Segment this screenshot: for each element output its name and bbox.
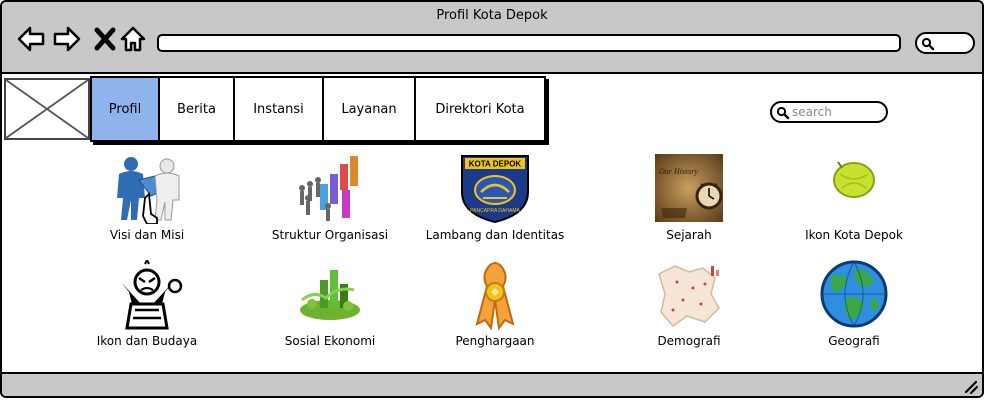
page-content: Profil Berita Instansi Layanan Direktori… — [2, 74, 982, 374]
tab-label: Profil — [108, 101, 142, 117]
economy-chart-icon — [294, 260, 366, 330]
emblem-motto-text: PANCAPRA DAHAMA — [470, 208, 520, 214]
menu-item-sejarah[interactable]: Our History Sejarah — [614, 154, 764, 242]
search-icon — [921, 37, 935, 51]
search-input[interactable] — [792, 104, 882, 120]
window-title: Profil Kota Depok — [436, 8, 548, 23]
menu-item-label: Struktur Organisasi — [271, 228, 389, 242]
image-placeholder-icon — [5, 79, 89, 139]
menu-item-label: Demografi — [657, 334, 721, 348]
tab-label: Layanan — [341, 101, 397, 117]
menu-item-label: Ikon dan Budaya — [96, 334, 198, 348]
home-icon[interactable] — [118, 24, 148, 54]
site-search[interactable] — [770, 101, 888, 123]
puzzle-people-icon — [111, 154, 183, 225]
award-ribbon-icon — [459, 260, 531, 331]
menu-item-visi-misi[interactable]: Visi dan Misi — [72, 154, 222, 242]
menu-item-geografi[interactable]: Geografi — [779, 260, 929, 348]
forward-arrow-icon[interactable] — [52, 24, 82, 54]
culture-mask-icon — [111, 257, 183, 330]
resize-grip-icon[interactable] — [962, 378, 978, 394]
browser-statusbar — [2, 372, 982, 396]
tab-instansi[interactable]: Instansi — [235, 78, 324, 140]
menu-item-label: Geografi — [828, 334, 880, 348]
search-icon — [776, 106, 790, 120]
logo-placeholder — [4, 78, 90, 140]
menu-item-lambang-identitas[interactable]: KOTA DEPOK PANCAPRA DAHAMA Lambang dan I… — [420, 154, 570, 242]
tab-profil[interactable]: Profil — [92, 78, 160, 140]
browser-titlebar: Profil Kota Depok — [2, 2, 982, 74]
browser-search-button[interactable] — [915, 32, 975, 54]
tab-label: Instansi — [253, 101, 304, 117]
back-arrow-icon[interactable] — [16, 24, 46, 54]
menu-item-label: Lambang dan Identitas — [425, 228, 565, 242]
menu-item-sosial-ekonomi[interactable]: Sosial Ekonomi — [255, 260, 405, 348]
menu-item-demografi[interactable]: Demografi — [614, 260, 764, 348]
menu-item-label: Ikon Kota Depok — [805, 228, 903, 242]
menu-item-label: Visi dan Misi — [109, 228, 185, 242]
tab-berita[interactable]: Berita — [160, 78, 235, 140]
menu-item-struktur-organisasi[interactable]: Struktur Organisasi — [255, 154, 405, 242]
tab-direktori-kota[interactable]: Direktori Kota — [416, 78, 544, 140]
tab-layanan[interactable]: Layanan — [324, 78, 416, 140]
menu-item-label: Penghargaan — [455, 334, 535, 348]
globe-icon — [818, 260, 890, 330]
starfruit-icon — [818, 154, 890, 224]
address-bar[interactable] — [157, 34, 901, 52]
menu-item-label: Sosial Ekonomi — [284, 334, 376, 348]
menu-item-penghargaan[interactable]: Penghargaan — [420, 260, 570, 348]
menu-item-ikon-budaya[interactable]: Ikon dan Budaya — [72, 257, 222, 348]
demographic-map-icon — [653, 260, 725, 330]
close-x-icon[interactable] — [90, 24, 120, 54]
city-emblem-icon: KOTA DEPOK PANCAPRA DAHAMA — [459, 154, 531, 224]
tab-label: Direktori Kota — [435, 101, 525, 117]
history-image-text: Our History — [659, 167, 698, 176]
main-nav-tabs: Profil Berita Instansi Layanan Direktori… — [90, 76, 546, 142]
org-structure-icon — [294, 154, 366, 224]
browser-window: Profil Kota Depok Profil Berita Instansi… — [0, 0, 984, 398]
tab-label: Berita — [177, 101, 216, 117]
menu-item-label: Sejarah — [666, 228, 712, 242]
menu-item-ikon-kota-depok[interactable]: Ikon Kota Depok — [779, 154, 929, 242]
emblem-title-text: KOTA DEPOK — [469, 160, 522, 169]
history-clock-icon: Our History — [653, 154, 725, 224]
